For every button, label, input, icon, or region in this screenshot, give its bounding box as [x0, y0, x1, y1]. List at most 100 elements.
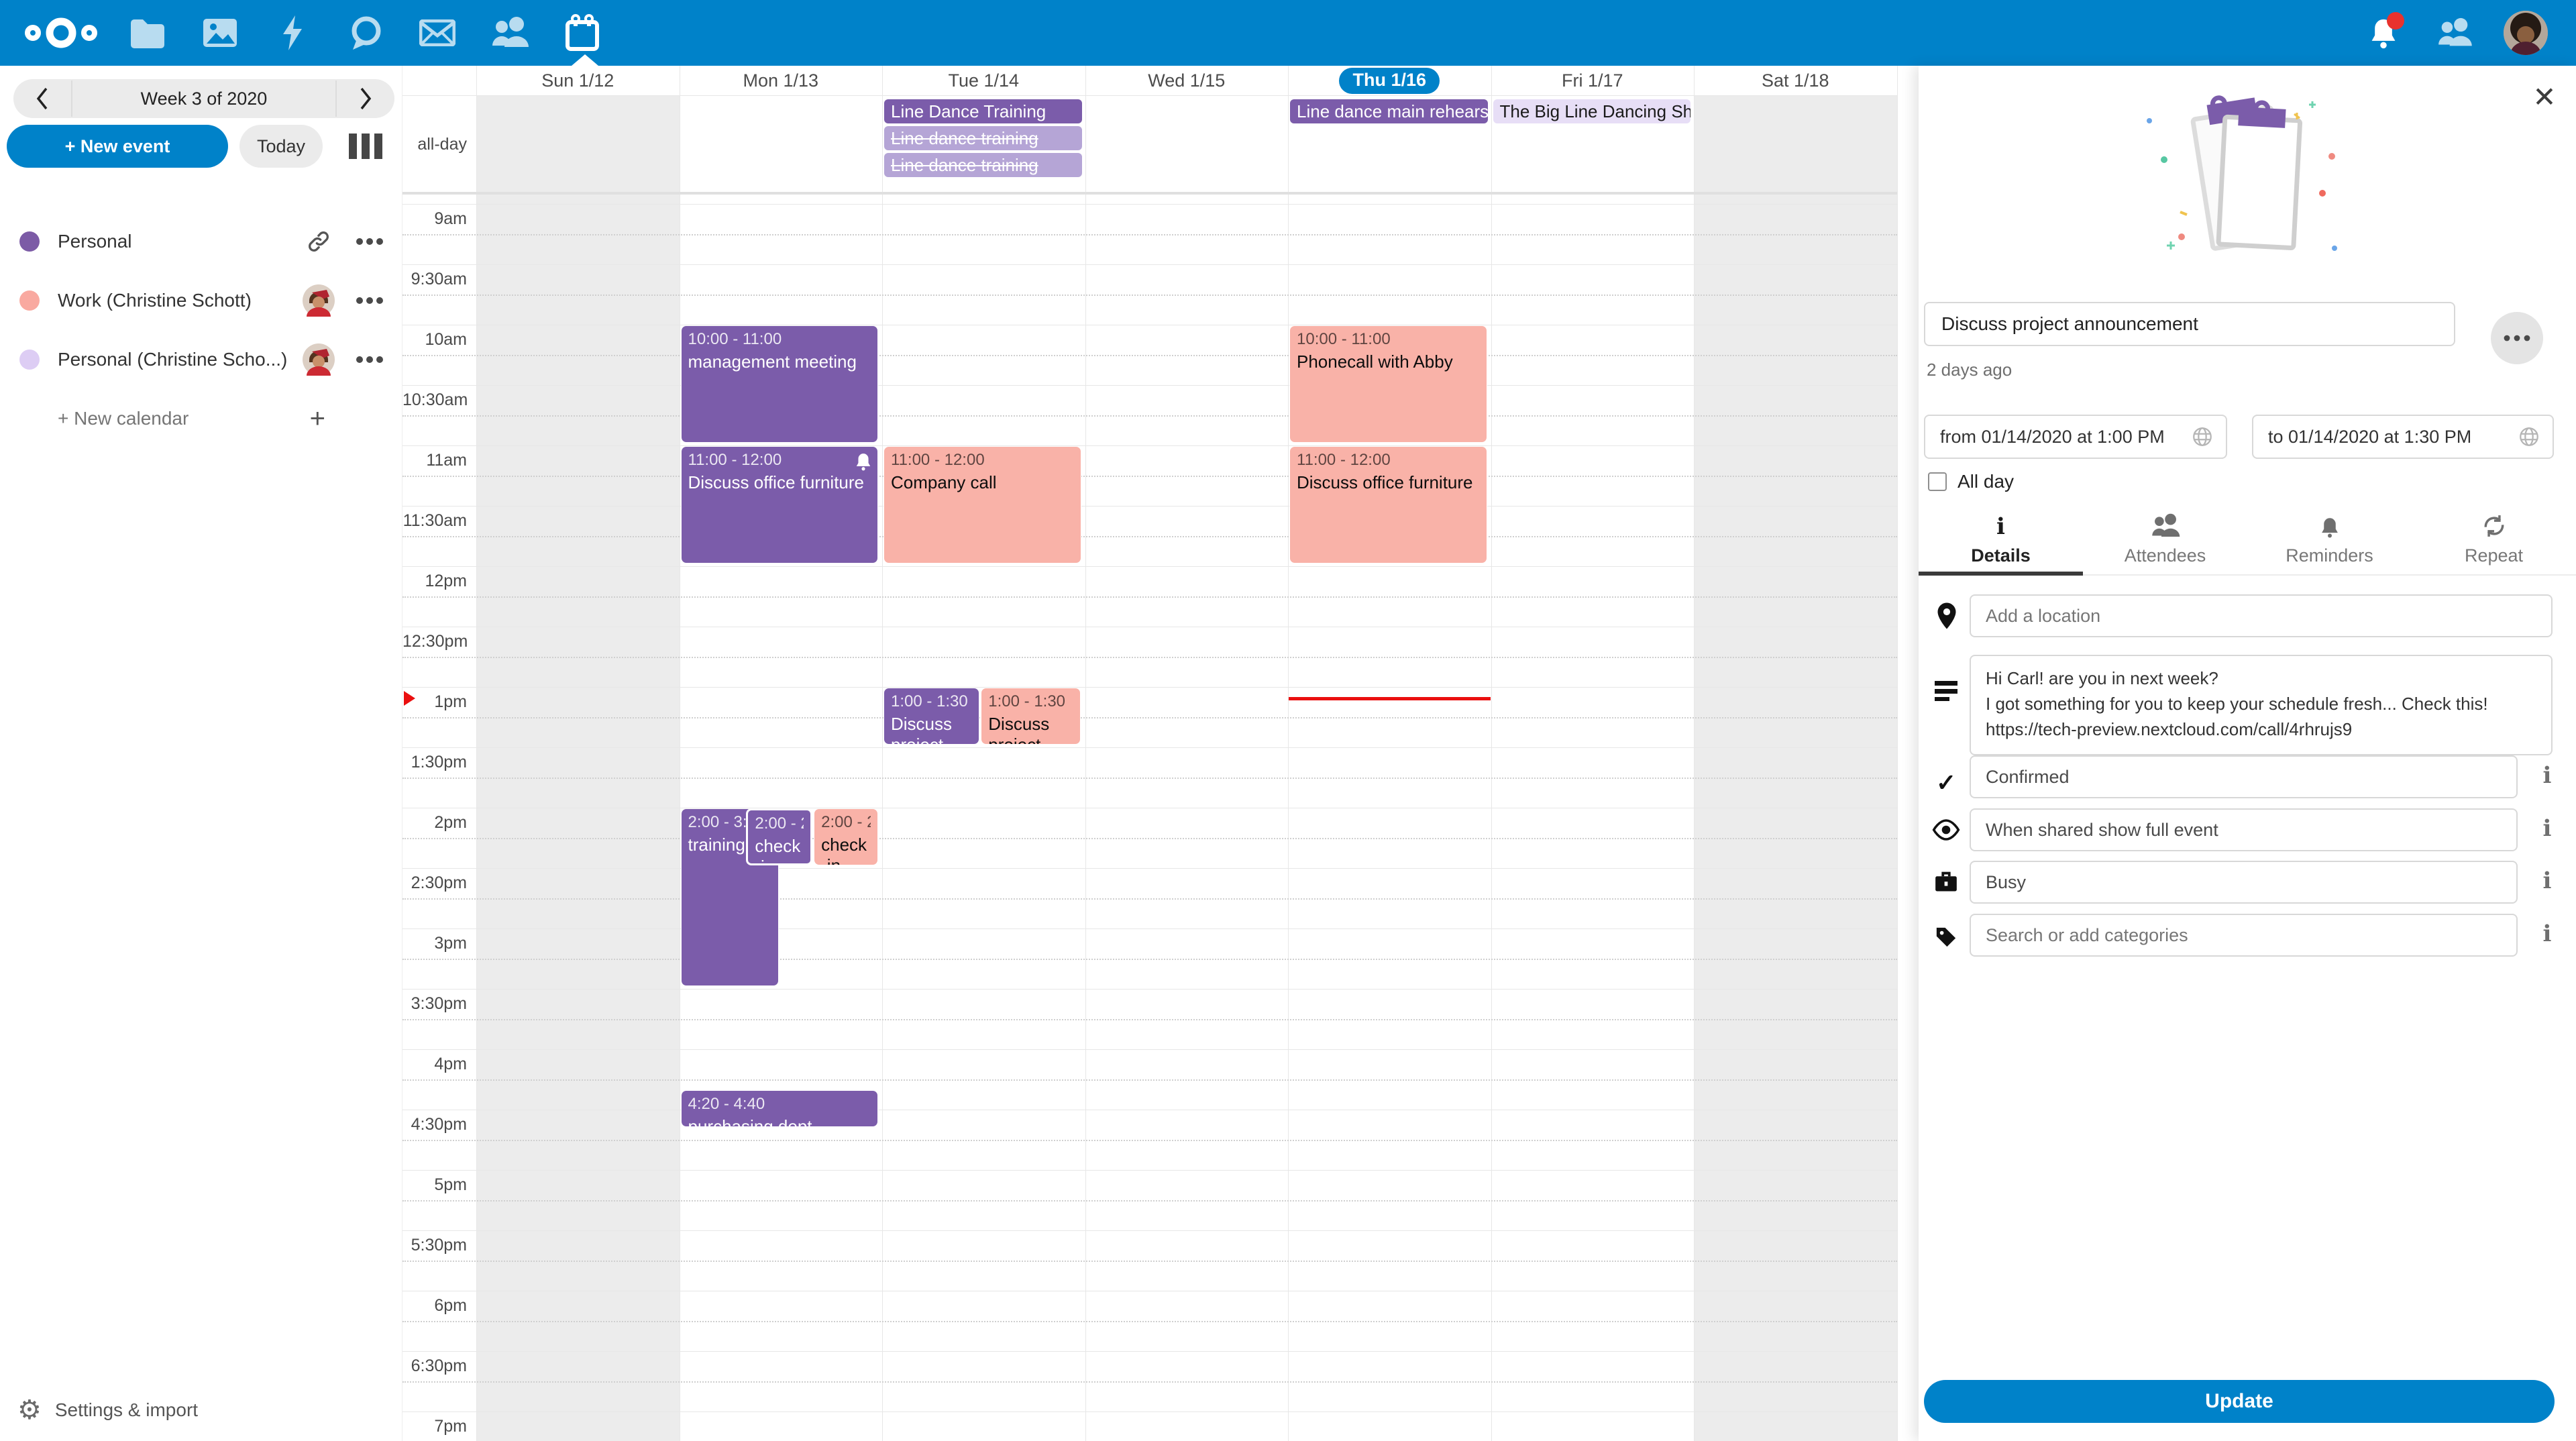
- calendar-actions-button[interactable]: [354, 356, 386, 364]
- busy-select[interactable]: Busy: [1970, 861, 2518, 904]
- calendar-list-item[interactable]: Personal (Christine Scho...): [0, 330, 402, 389]
- files-app-button[interactable]: [111, 0, 184, 66]
- calendar-owner-avatar: [303, 343, 335, 376]
- mail-app-button[interactable]: [401, 0, 474, 66]
- all-day-event[interactable]: Line dance main rehearsal: [1290, 99, 1488, 123]
- event-time: 10:00 - 11:00: [688, 330, 871, 349]
- calendar-color-dot: [19, 350, 40, 370]
- calendar-event[interactable]: 10:00 - 11:00Phonecall with Abby: [1289, 325, 1487, 443]
- calendar-name: Personal: [58, 231, 303, 252]
- week-view-toggle[interactable]: [349, 134, 382, 159]
- nextcloud-logo[interactable]: [11, 0, 111, 66]
- day-header[interactable]: Sat 1/18: [1694, 66, 1897, 95]
- current-time-indicator: [1289, 697, 1491, 700]
- status-info-icon[interactable]: i: [2537, 763, 2557, 788]
- calendar-event[interactable]: 1:00 - 1:30Discuss project announcement: [883, 688, 979, 745]
- new-calendar-button[interactable]: + New calendar+: [0, 389, 402, 448]
- all-day-event[interactable]: Line dance training: [884, 153, 1082, 177]
- talk-app-button[interactable]: [329, 0, 401, 66]
- end-datetime-field[interactable]: to 01/14/2020 at 1:30 PM: [2252, 415, 2554, 459]
- info-icon: i: [1996, 515, 2005, 539]
- calendar-event[interactable]: 1:00 - 1:30Discuss project: [981, 688, 1081, 745]
- calendar-event[interactable]: 11:00 - 12:00Discuss office furniture: [1289, 446, 1487, 564]
- visibility-info-icon[interactable]: i: [2537, 816, 2557, 841]
- grid-line: [402, 747, 1897, 748]
- event-time: 11:00 - 12:00: [891, 451, 1074, 470]
- reminder-bell-icon: [855, 452, 872, 474]
- categories-input[interactable]: [1970, 914, 2518, 957]
- all-day-checkbox[interactable]: [1928, 472, 1947, 491]
- mail-envelope-icon: [419, 19, 455, 46]
- time-label: 2pm: [402, 813, 467, 833]
- settings-import-button[interactable]: ⚙ Settings & import: [0, 1386, 402, 1434]
- grid-line-dotted: [402, 717, 1897, 718]
- visibility-select[interactable]: When shared show full event: [1970, 808, 2518, 851]
- notifications-bell-button[interactable]: [2361, 11, 2406, 55]
- grid-line-dotted: [402, 1261, 1897, 1262]
- day-header[interactable]: Wed 1/15: [1085, 66, 1289, 95]
- calendar-event[interactable]: 2:00 - 2:30check-in: [746, 808, 812, 865]
- day-header[interactable]: Thu 1/16: [1288, 66, 1491, 95]
- share-link-button[interactable]: [303, 225, 335, 258]
- grid-column-line: [1491, 66, 1492, 1441]
- calendar-event[interactable]: 2:00 - 2:30check-in: [814, 808, 878, 865]
- previous-week-button[interactable]: [13, 79, 71, 118]
- day-header[interactable]: Sun 1/12: [476, 66, 680, 95]
- calendar-event[interactable]: 4:20 - 4:40purchasing dept: [681, 1090, 879, 1127]
- status-select[interactable]: Confirmed: [1970, 755, 2518, 798]
- busy-value: Busy: [1986, 872, 2026, 893]
- contacts-menu-button[interactable]: [2432, 11, 2477, 55]
- all-day-event[interactable]: Line dance training: [884, 126, 1082, 150]
- calendar-event[interactable]: 11:00 - 12:00Discuss office furniture: [681, 446, 879, 564]
- busy-info-icon[interactable]: i: [2537, 869, 2557, 893]
- time-label: 9am: [402, 209, 467, 229]
- time-label: 3:30pm: [402, 994, 467, 1014]
- event-title: purchasing dept: [688, 1116, 871, 1127]
- user-avatar[interactable]: [2504, 11, 2548, 55]
- close-icon[interactable]: ✕: [2526, 78, 2563, 115]
- timezone-globe-icon: [2518, 425, 2540, 448]
- day-header[interactable]: Mon 1/13: [680, 66, 883, 95]
- event-title-input[interactable]: [1924, 302, 2455, 346]
- event-actions-menu-button[interactable]: [2491, 312, 2543, 364]
- event-time: 10:00 - 11:00: [1297, 330, 1480, 349]
- calendar-event[interactable]: 10:00 - 11:00management meeting: [681, 325, 879, 443]
- calendar-list-item[interactable]: Work (Christine Schott): [0, 271, 402, 330]
- contacts-app-button[interactable]: [474, 0, 546, 66]
- next-week-button[interactable]: [337, 79, 394, 118]
- event-title: Company call: [891, 472, 1074, 493]
- tab-label: Attendees: [2125, 545, 2206, 566]
- week-switcher: Week 3 of 2020: [13, 79, 394, 118]
- description-textarea[interactable]: Hi Carl! are you in next week? I got som…: [1970, 655, 2553, 755]
- calendar-list-item[interactable]: Personal: [0, 212, 402, 271]
- repeat-icon: [2481, 513, 2508, 539]
- grid-line: [402, 928, 1897, 929]
- activity-app-button[interactable]: [256, 0, 329, 66]
- calendar-actions-button[interactable]: [354, 237, 386, 246]
- tab-reminders[interactable]: Reminders: [2247, 509, 2412, 576]
- grid-line-dotted: [402, 1200, 1897, 1202]
- today-button[interactable]: Today: [239, 125, 323, 168]
- all-day-event[interactable]: Line Dance Training: [884, 99, 1082, 123]
- grid-line-dotted: [402, 1140, 1897, 1141]
- grid-line-dotted: [402, 536, 1897, 537]
- tab-attendees[interactable]: Attendees: [2083, 509, 2247, 576]
- calendar-actions-button[interactable]: [354, 297, 386, 305]
- day-header[interactable]: Tue 1/14: [882, 66, 1085, 95]
- new-event-button[interactable]: + New event: [7, 125, 228, 168]
- calendar-color-dot: [19, 231, 40, 252]
- location-input[interactable]: [1970, 594, 2553, 637]
- tab-repeat[interactable]: Repeat: [2412, 509, 2576, 576]
- photos-app-button[interactable]: [184, 0, 256, 66]
- calendar-event[interactable]: 11:00 - 12:00 Company call: [883, 446, 1081, 564]
- grid-column-line: [1085, 66, 1086, 1441]
- event-illustration: [2140, 93, 2355, 267]
- update-button[interactable]: Update: [1924, 1380, 2555, 1423]
- categories-info-icon[interactable]: i: [2537, 922, 2557, 946]
- day-header[interactable]: Fri 1/17: [1491, 66, 1695, 95]
- all-day-event[interactable]: The Big Line Dancing Show: [1493, 99, 1691, 123]
- week-label: Week 3 of 2020: [71, 81, 337, 117]
- tab-details[interactable]: iDetails: [1919, 509, 2083, 576]
- start-datetime-field[interactable]: from 01/14/2020 at 1:00 PM: [1924, 415, 2227, 459]
- current-time-marker: [404, 691, 415, 706]
